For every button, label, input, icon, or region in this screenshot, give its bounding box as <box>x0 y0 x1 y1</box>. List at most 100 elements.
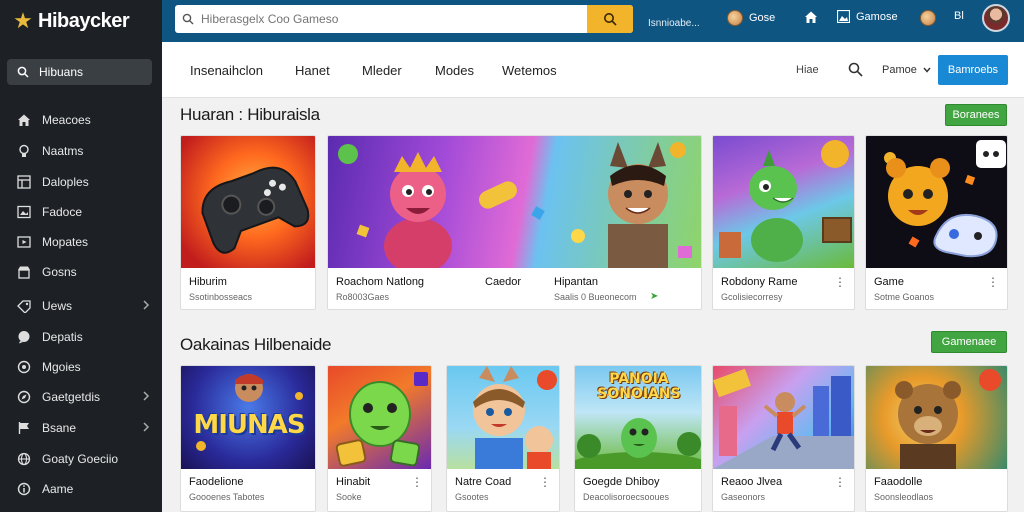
search-icon[interactable] <box>848 62 863 82</box>
game-thumbnail <box>328 366 431 469</box>
more-options-icon[interactable]: ⋮ <box>987 275 999 289</box>
tab-4[interactable]: Modes <box>435 63 474 78</box>
sidebar-item-1[interactable]: Meacoes <box>0 108 162 132</box>
game-subtitle: Ro8003Gaes <box>336 292 390 302</box>
header-gamose-item[interactable]: Gamose <box>837 10 898 23</box>
nav-link[interactable]: Hiae <box>796 64 819 76</box>
header-profile-item[interactable] <box>920 10 936 26</box>
game-card[interactable]: PANOIA SONOIANS Goegde Dhiboy Deacolisor… <box>574 365 702 512</box>
sidebar-item-11[interactable]: Bsane <box>0 416 162 440</box>
game-title: Hinabit <box>336 476 371 488</box>
home-icon <box>16 112 32 128</box>
sidebar-item-label: Aame <box>42 482 74 496</box>
game-title: Hipantan <box>554 276 599 288</box>
arrow-right-icon: ➤ <box>650 291 659 302</box>
primary-button[interactable]: Bamroebs <box>938 55 1008 85</box>
sidebar-item-label: Daloples <box>42 175 89 189</box>
tab-2[interactable]: Hanet <box>295 63 330 78</box>
search-icon <box>17 66 29 78</box>
game-subtitle: Soonsleodlaos <box>874 492 934 502</box>
section-2-button[interactable]: Gamenaee <box>931 331 1007 353</box>
sort-select[interactable]: Pamoe <box>882 64 931 76</box>
header-item-label: Gose <box>749 12 776 24</box>
sidebar-item-label: Uews <box>42 299 73 313</box>
tag-icon <box>16 298 32 314</box>
sidebar-item-9[interactable]: Mgoies <box>0 355 162 379</box>
game-title: Reaoo Jlvea <box>721 476 783 488</box>
more-options-icon[interactable]: ⋮ <box>411 475 423 489</box>
game-logo-text: PANOIA SONOIANS <box>597 371 681 402</box>
header-games-item[interactable]: Gose <box>727 10 775 26</box>
search-icon <box>175 13 201 25</box>
search-input[interactable] <box>201 5 587 33</box>
chat-icon <box>16 329 32 345</box>
chevron-right-icon <box>143 300 150 310</box>
game-card[interactable]: Hiburim Ssotinbosseacs <box>180 135 316 310</box>
nav-bar: Insenaihclon Hanet Mleder Modes Wetemos … <box>162 42 1024 98</box>
sidebar-item-8[interactable]: Depatis <box>0 325 162 349</box>
section-title-1: Huaran : Hiburaisla <box>180 105 320 124</box>
sidebar-item-2[interactable]: Naatms <box>0 139 162 163</box>
sidebar-item-13[interactable]: Aame <box>0 477 162 501</box>
more-options-icon[interactable]: ⋮ <box>834 275 846 289</box>
game-title: Game <box>874 276 904 288</box>
header-link[interactable]: Isnnioabe... <box>648 18 700 29</box>
sidebar-item-label: Goaty Goeciio <box>42 452 119 466</box>
sidebar-item-6[interactable]: Gosns <box>0 260 162 284</box>
game-card[interactable]: Robdony Rame Gcolisiecorresy ⋮ <box>712 135 855 310</box>
sidebar-item-label: Gaetgetdis <box>42 390 101 404</box>
sidebar-item-4[interactable]: Fadoce <box>0 200 162 224</box>
section-1-button[interactable]: Boranees <box>945 104 1007 126</box>
game-card[interactable]: Reaoo Jlvea Gaseonors ⋮ <box>712 365 855 512</box>
game-title: Faodelione <box>189 476 244 488</box>
game-card[interactable]: Game Sotme Goanos ⋮ <box>865 135 1008 310</box>
game-card[interactable]: Faaodolle Soonsleodlaos <box>865 365 1008 512</box>
tab-5[interactable]: Wetemos <box>502 63 557 78</box>
game-subtitle: Saalis 0 Bueonecom <box>554 292 637 302</box>
user-avatar[interactable] <box>982 4 1010 32</box>
game-thumbnail: PANOIA SONOIANS <box>575 366 701 469</box>
game-thumbnail <box>713 136 854 268</box>
logo[interactable]: ★ Hibaycker <box>0 0 162 42</box>
game-card[interactable]: MIUNAS Faodelione Goooenes Tabotes <box>180 365 316 512</box>
game-subtitle: Gaseonors <box>721 492 766 502</box>
more-options-icon[interactable]: ⋮ <box>539 475 551 489</box>
featured-game-card[interactable]: Roachom Natlong Ro8003Gaes Caedor Hipant… <box>327 135 702 310</box>
game-subtitle: Gcolisiecorresy <box>721 292 783 302</box>
sidebar-item-10[interactable]: Gaetgetdis <box>0 385 162 409</box>
header-bl-item[interactable]: Bl <box>954 10 964 22</box>
sidebar-item-12[interactable]: Goaty Goeciio <box>0 447 162 471</box>
sidebar-item-7[interactable]: Uews <box>0 294 162 318</box>
game-subtitle: Sotme Goanos <box>874 292 935 302</box>
grid-icon <box>16 174 32 190</box>
home-icon <box>805 11 817 23</box>
character-icon <box>920 10 936 26</box>
game-title: Roachom Natlong <box>336 276 425 288</box>
tab-3[interactable]: Mleder <box>362 63 402 78</box>
game-thumbnail: MIUNAS <box>181 366 315 469</box>
game-subtitle: Ssotinbosseacs <box>189 292 253 302</box>
search-button[interactable] <box>587 5 633 33</box>
sidebar-item-label: Gosns <box>42 265 77 279</box>
header-item-label: Gamose <box>856 10 898 23</box>
game-title: Robdony Rame <box>721 276 798 288</box>
tab-1[interactable]: Insenaihclon <box>190 63 263 78</box>
star-logo-icon: ★ <box>13 8 33 33</box>
game-subtitle: Sooke <box>336 492 362 502</box>
header-home-item[interactable] <box>804 10 818 24</box>
game-category: Caedor <box>485 276 522 288</box>
game-subtitle: Gsootes <box>455 492 489 502</box>
sidebar-search[interactable]: Hibuans <box>7 59 152 85</box>
game-card[interactable]: Hinabit Sooke ⋮ <box>327 365 432 512</box>
globe-icon <box>16 451 32 467</box>
character-icon <box>727 10 743 26</box>
sidebar-item-label: Depatis <box>42 330 83 344</box>
sidebar-item-3[interactable]: Daloples <box>0 170 162 194</box>
search-box <box>175 5 633 33</box>
more-options-icon[interactable]: ⋮ <box>834 475 846 489</box>
bulb-icon <box>16 143 32 159</box>
game-card[interactable]: Natre Coad Gsootes ⋮ <box>446 365 560 512</box>
sidebar-item-5[interactable]: Mopates <box>0 230 162 254</box>
sidebar-item-label: Naatms <box>42 144 84 158</box>
chevron-right-icon <box>143 391 150 401</box>
